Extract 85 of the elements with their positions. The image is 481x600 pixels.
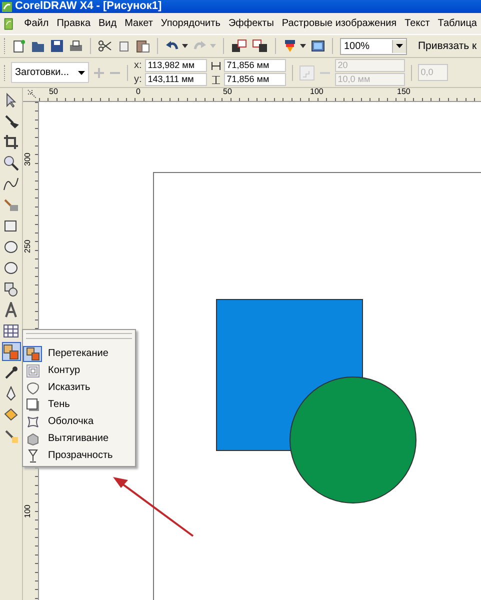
snap-to-menu[interactable]: Привязать к [418,40,477,52]
ruler-label: 150 [397,87,410,96]
zoom-dropdown[interactable]: 100% [340,38,407,54]
save-icon[interactable] [50,39,64,53]
shadow-icon [26,398,40,412]
export-icon[interactable] [252,39,268,53]
blend-tool-button[interactable] [2,342,20,361]
ruler-label: 300 [23,152,32,166]
shapes-icon [3,280,19,296]
window-title: CorelDRAW X4 - [Рисунок1] [15,0,162,13]
ruler-label: 100 [23,504,32,518]
application-launcher-icon[interactable] [283,39,297,53]
menu-item[interactable]: Текст [400,18,434,29]
document-icon[interactable] [4,16,14,32]
table-icon [3,322,19,338]
rectangle-icon [3,218,19,234]
folder-icon[interactable] [31,39,45,53]
presets-dropdown[interactable]: Заготовки... [11,62,89,83]
flyout-menu-item[interactable]: Прозрачность [23,447,135,464]
menu-item[interactable]: Файл [20,18,53,29]
height-icon [210,76,221,84]
transparency-icon [26,448,40,462]
caret-icon [396,44,403,48]
width-icon [210,62,221,70]
flyout-menu-item[interactable]: Исказить [23,379,135,396]
import-icon[interactable] [231,39,247,53]
welcome-screen-icon[interactable] [311,39,325,53]
blend-icon [3,344,19,360]
caret-icon [210,44,216,48]
freehand-icon [3,176,19,192]
eyedropper-icon [3,364,19,380]
blend-preset-icon [298,64,315,80]
paste-icon[interactable] [136,39,150,53]
menu-item[interactable]: Растровые изображения [278,18,401,29]
angle-field: 0,0 [418,64,448,81]
width-field[interactable]: 71,856 мм [224,59,286,72]
distort-icon [26,380,40,394]
menu-item[interactable]: Упорядочить [156,18,224,29]
crop-icon [3,134,19,150]
y-label: y: [134,74,142,85]
y-position-field[interactable]: 143,111 мм [144,73,207,86]
ruler-label: 50 [223,87,232,96]
offset-field: 10,0 мм [334,73,405,86]
height-field[interactable]: 71,856 мм [224,73,286,86]
caret-icon[interactable] [182,44,188,48]
square-and-circle-drawing[interactable] [216,299,417,504]
flyout-menu-item[interactable]: Контур [23,362,135,379]
scissors-icon[interactable] [98,39,112,53]
fill-icon [3,406,19,422]
printer-icon[interactable] [69,39,83,53]
add-preset-icon [93,66,105,78]
ellipse-icon [3,238,19,254]
flyout-menu-item[interactable]: Тень [23,396,135,413]
x-position-field[interactable]: 113,982 мм [144,59,207,72]
flyout-menu-item[interactable]: Вытягивание [23,430,135,447]
x-label: x: [134,60,142,71]
blend-icon [26,346,40,360]
ruler-label: 100 [310,87,324,96]
new-document-icon[interactable] [12,39,26,53]
tool-button[interactable] [2,153,20,172]
menu-item[interactable]: Таблица [434,18,481,29]
ruler-label: 250 [23,240,32,253]
caret-icon [78,70,85,74]
flyout-menu-item[interactable]: Перетекание [23,345,135,362]
app-logo-icon [2,2,12,12]
interactivefill-icon [3,428,19,444]
menu-item[interactable]: Эффекты [224,18,278,29]
menu-item[interactable]: Правка [52,18,95,29]
steps-field: 20 [334,59,405,72]
zoom-icon [3,154,19,170]
ruler-label: 0 [136,87,140,96]
contour-icon [26,364,40,378]
copy-icon[interactable] [117,39,131,53]
caret-icon[interactable] [300,44,306,48]
menu-item[interactable]: Макет [120,18,157,29]
menu-item[interactable]: Вид [94,18,121,29]
smartfill-icon [3,196,19,212]
text-icon [3,302,19,318]
shape-icon [3,112,19,128]
tool-button[interactable] [2,132,20,151]
ruler-origin-icon[interactable] [27,89,37,99]
envelope-icon [26,414,40,428]
ruler-label: 50 [49,87,58,96]
extrude-icon [26,432,40,446]
flyout-menu-item[interactable]: Оболочка [23,413,135,430]
